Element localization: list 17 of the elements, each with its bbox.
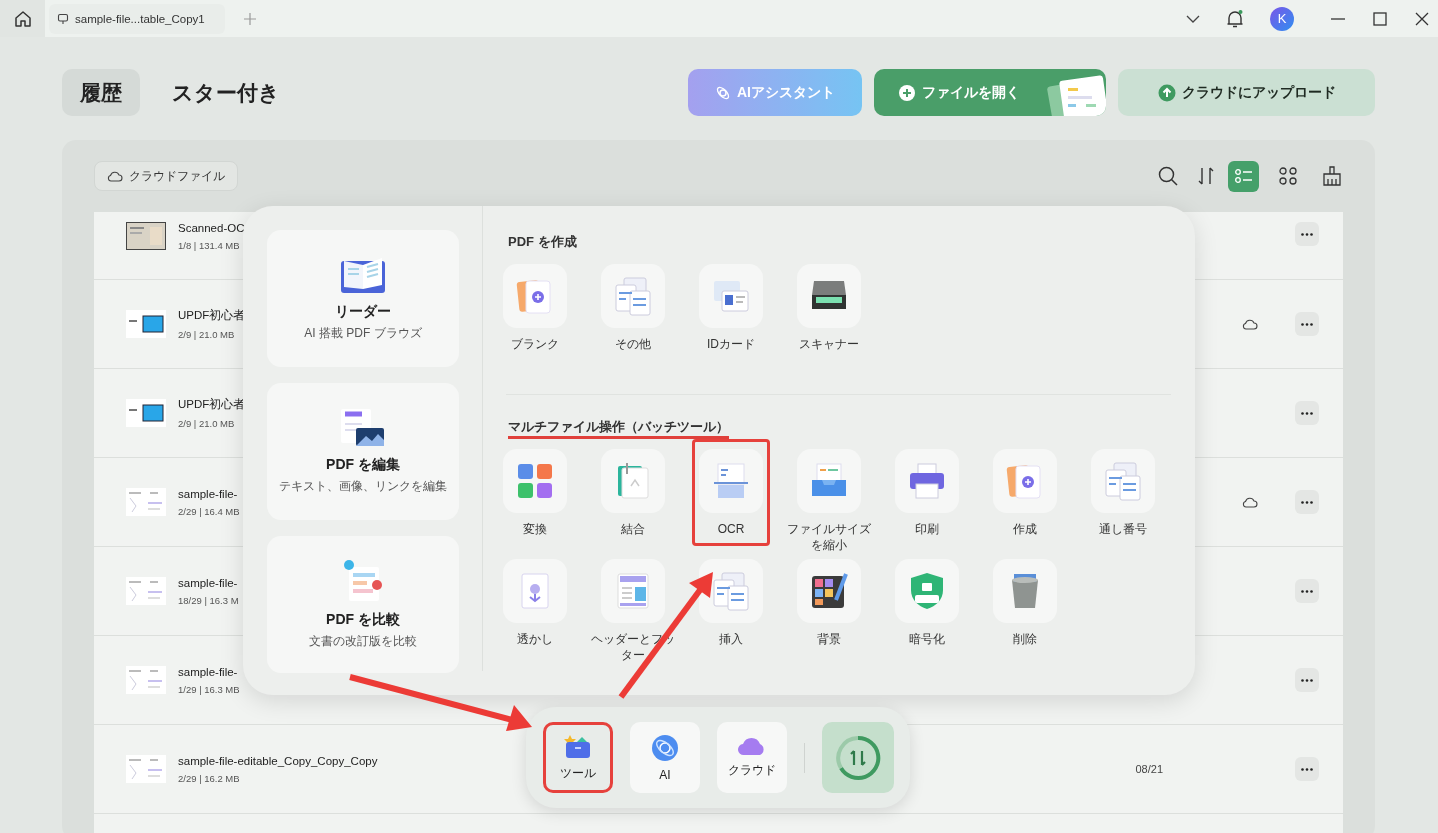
file-details: 18/29 | 16.3 M: [178, 594, 239, 606]
section-heading: PDF を作成: [508, 234, 577, 251]
file-details: 1/29 | 16.3 MB: [178, 683, 240, 695]
file-name: sample-file-: [178, 576, 238, 589]
file-details: 2/29 | 16.2 MB: [178, 772, 240, 784]
file-details: 2/9 | 21.0 MB: [178, 418, 235, 429]
file-details: 1/8 | 131.4 MB: [178, 240, 240, 251]
file-name: Scanned-OC: [178, 222, 245, 234]
file-details: 2/9 | 21.0 MB: [178, 329, 235, 340]
file-name: sample-file-editable_Copy_Copy_Copy: [178, 754, 378, 767]
file-date: 08/21: [1135, 763, 1163, 775]
file-name: sample-file-: [178, 665, 238, 678]
file-details: 2/29 | 16.4 MB: [178, 505, 240, 517]
file-name: UPDF初心者: [178, 308, 246, 323]
file-name: UPDF初心者: [178, 397, 246, 412]
file-name: sample-file-: [178, 487, 238, 500]
section-heading: マルチファイル操作（バッチツール）: [508, 419, 729, 439]
